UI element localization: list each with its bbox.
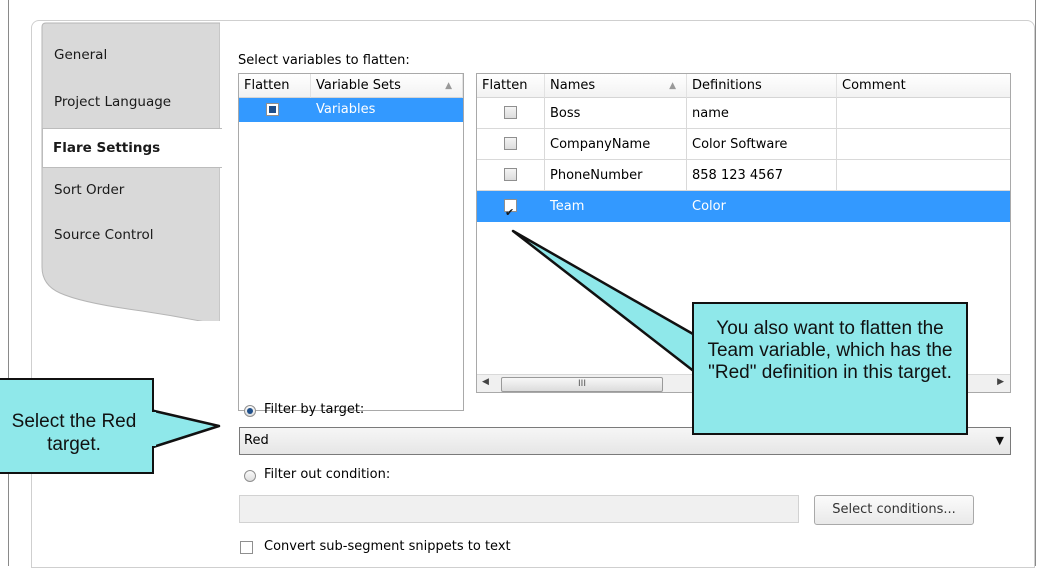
scroll-left-icon[interactable]: ◀ [482, 377, 489, 387]
variable-definition: Color Software [692, 137, 788, 152]
variable-name: PhoneNumber [550, 168, 643, 183]
variable-name: Boss [550, 106, 581, 121]
flatten-checkbox[interactable] [504, 197, 517, 221]
tab-label: Flare Settings [53, 140, 161, 156]
column-header-definitions[interactable]: Definitions [687, 74, 837, 98]
column-header-comment[interactable]: Comment [837, 74, 1010, 98]
convert-snippets-label: Convert sub-segment snippets to text [264, 539, 511, 554]
table-row-definition-cell[interactable]: name [687, 98, 837, 129]
column-header-names[interactable]: Names ▲ [545, 74, 687, 98]
table-row-definition-cell[interactable]: 858 123 4567 [687, 160, 837, 191]
variable-name: CompanyName [550, 137, 651, 152]
column-header-variable-sets[interactable]: Variable Sets ▲ [311, 74, 463, 98]
table-row-definition-cell[interactable]: Color Software [687, 129, 837, 160]
tab-label: General [54, 47, 108, 63]
table-row-definition-cell[interactable]: Color [687, 191, 837, 222]
flatten-checkbox[interactable] [504, 168, 517, 181]
table-row-flatten-cell[interactable] [239, 98, 311, 122]
flatten-checkbox[interactable] [504, 106, 517, 119]
options-window: General Project Language Flare Settings … [8, 0, 1036, 568]
callout-left-text: Select the Red target. [11, 411, 137, 455]
sort-ascending-icon: ▲ [669, 81, 676, 91]
tab-general[interactable]: General [44, 41, 220, 69]
column-header-flatten[interactable]: Flatten [239, 74, 311, 98]
header-label: Flatten [244, 78, 290, 93]
callout-right: You also want to flatten the Team variab… [692, 302, 968, 435]
variable-sets-table: Flatten Variable Sets ▲ Variables [238, 73, 464, 411]
table-row-name-cell[interactable]: Boss [545, 98, 687, 129]
tab-source-control[interactable]: Source Control [44, 221, 220, 249]
filter-by-target-label: Filter by target: [264, 402, 365, 417]
table-row-flatten-cell[interactable] [477, 191, 545, 222]
condition-field[interactable] [239, 495, 799, 523]
callout-right-text: You also want to flatten the Team variab… [707, 318, 953, 383]
flatten-checkbox[interactable] [504, 137, 517, 150]
callout-right-join [694, 336, 702, 378]
tab-sort-order[interactable]: Sort Order [44, 176, 220, 204]
section-label: Select variables to flatten: [238, 53, 410, 68]
tab-flare-settings[interactable]: Flare Settings [42, 128, 222, 168]
table-row-name-cell[interactable]: PhoneNumber [545, 160, 687, 191]
variable-set-name: Variables [316, 102, 376, 117]
convert-snippets-checkbox[interactable] [240, 541, 253, 554]
callout-left-join [148, 412, 156, 446]
sort-ascending-icon: ▲ [445, 81, 452, 91]
table-row-comment-cell[interactable] [837, 160, 1010, 191]
flatten-checkbox[interactable] [266, 103, 279, 116]
scrollbar-thumb[interactable]: III [501, 377, 663, 392]
header-label: Comment [842, 78, 906, 93]
scroll-right-icon[interactable]: ▶ [997, 377, 1004, 387]
filter-out-condition-radio[interactable] [244, 470, 256, 482]
table-row-comment-cell[interactable] [837, 129, 1010, 160]
filter-out-condition-label: Filter out condition: [264, 467, 391, 482]
callout-left: Select the Red target. [0, 378, 154, 474]
column-header-flatten[interactable]: Flatten [477, 74, 545, 98]
header-label: Definitions [692, 78, 762, 93]
tab-label: Project Language [54, 94, 172, 110]
target-dropdown-value: Red [244, 433, 269, 448]
table-row-name-cell[interactable]: Team [545, 191, 687, 222]
variable-definition: name [692, 106, 729, 121]
table-row-name-cell[interactable]: Variables [311, 98, 463, 122]
table-row-flatten-cell[interactable] [477, 98, 545, 129]
filter-by-target-radio[interactable] [244, 405, 256, 417]
tab-label: Source Control [54, 227, 154, 243]
variable-definition: 858 123 4567 [692, 168, 783, 183]
variable-name: Team [550, 199, 585, 214]
header-label: Names [550, 78, 596, 93]
chevron-down-icon[interactable]: ▼ [996, 434, 1004, 447]
table-row-flatten-cell[interactable] [477, 129, 545, 160]
options-panel: General Project Language Flare Settings … [31, 20, 1035, 568]
variable-definition: Color [692, 199, 726, 214]
table-row-comment-cell[interactable] [837, 98, 1010, 129]
tab-project-language[interactable]: Project Language [44, 88, 220, 116]
header-label: Flatten [482, 78, 528, 93]
table-row-name-cell[interactable]: CompanyName [545, 129, 687, 160]
select-conditions-button[interactable]: Select conditions... [814, 495, 974, 525]
table-row-flatten-cell[interactable] [477, 160, 545, 191]
tab-label: Sort Order [54, 182, 125, 198]
table-row-comment-cell[interactable] [837, 191, 1010, 222]
header-label: Variable Sets [316, 78, 401, 93]
scrollbar-grip: III [578, 379, 586, 389]
button-label: Select conditions... [832, 502, 956, 517]
